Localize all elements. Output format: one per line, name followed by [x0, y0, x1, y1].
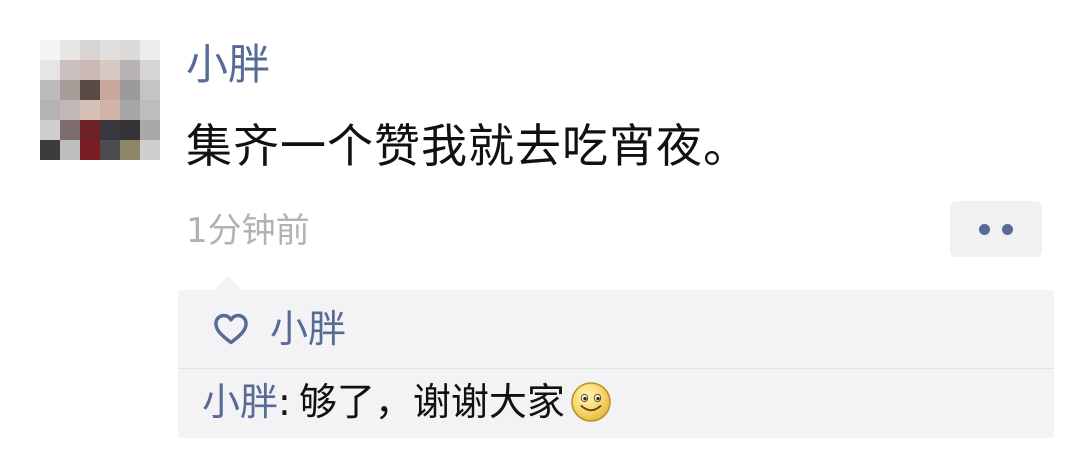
more-dots-icon: [979, 223, 1013, 235]
likes-row: 小胖: [178, 290, 1054, 368]
heart-outline-icon: [214, 313, 248, 345]
avatar[interactable]: [40, 40, 160, 160]
post-text: 集齐一个赞我就去吃宵夜。: [186, 119, 750, 173]
comment-text: 够了，谢谢大家: [298, 380, 565, 424]
comment-colon: :: [278, 380, 291, 424]
comment-row[interactable]: 小胖 : 够了，谢谢大家: [202, 374, 613, 430]
smile-emoji-icon: [571, 382, 611, 422]
post-timestamp: 1分钟前: [186, 211, 310, 251]
more-button[interactable]: [950, 201, 1042, 257]
like-user-name[interactable]: 小胖: [270, 304, 346, 354]
interaction-box: 小胖 小胖 : 够了，谢谢大家: [178, 276, 1054, 438]
moments-post: 小胖 集齐一个赞我就去吃宵夜。 1分钟前 小胖 小胖 : 够了，谢谢大家: [0, 0, 1080, 471]
comment-author[interactable]: 小胖: [202, 376, 278, 428]
post-username[interactable]: 小胖: [186, 38, 270, 92]
divider: [178, 368, 1054, 369]
